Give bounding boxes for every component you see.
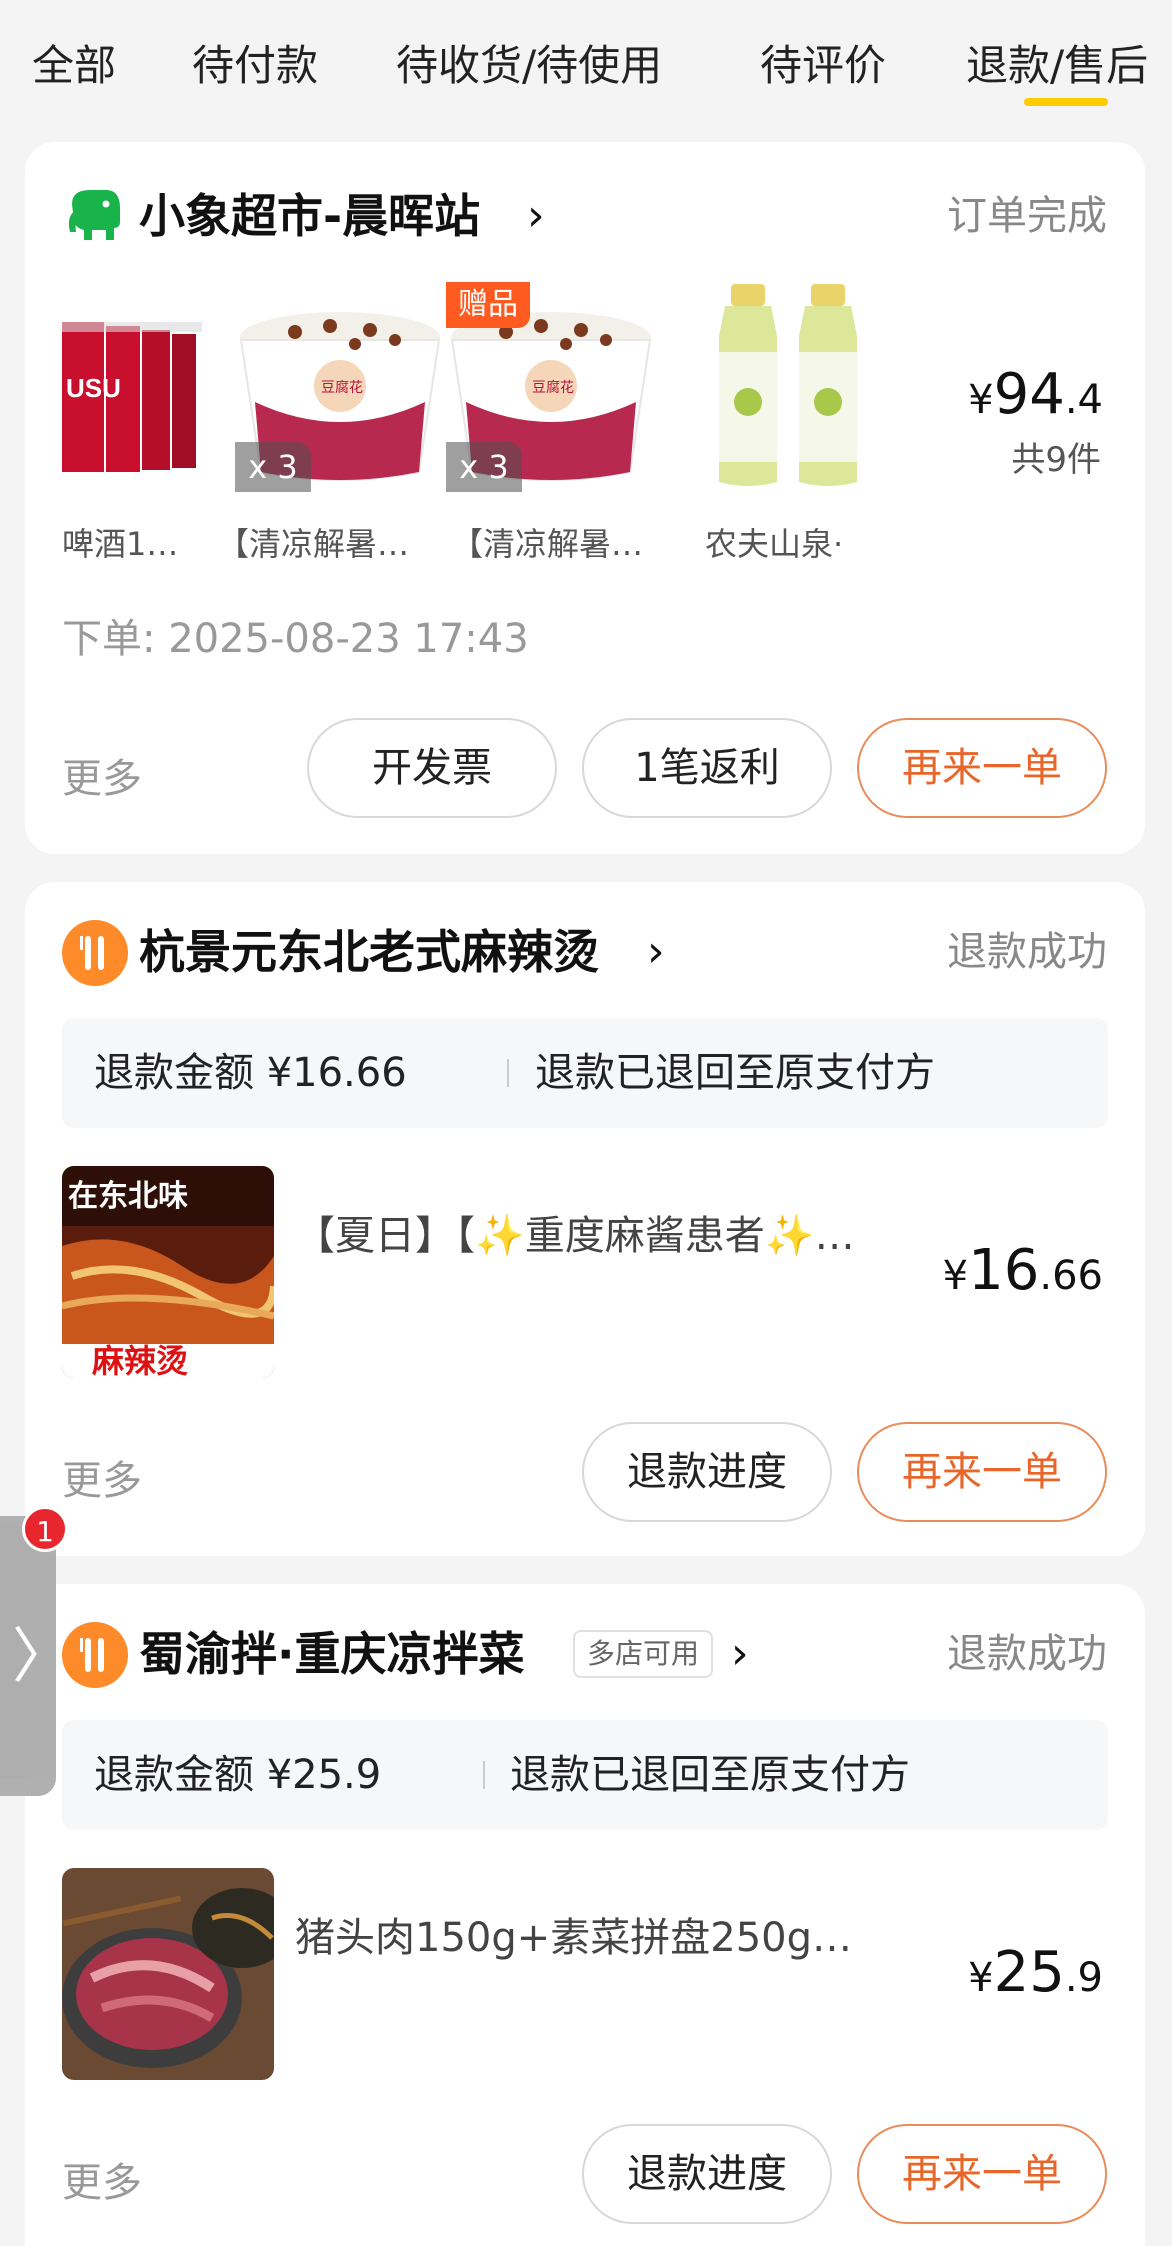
product-image-gift-pudding[interactable]: 豆腐花 赠品 x 3 [446,282,656,492]
item-image[interactable] [62,1868,274,2080]
quantity-badge: x 3 [235,442,311,492]
side-float-panel[interactable]: 〉 [0,1516,72,1796]
tab-pending-receipt[interactable]: 待收货/待使用 [396,38,662,94]
item-title[interactable]: 猪头肉150g+素菜拼盘250g单… [295,1910,885,1966]
more-link[interactable]: 更多 [62,746,142,804]
product-name: 啤酒1… [62,525,179,563]
product-image-pudding[interactable]: 豆腐花 x 3 [235,282,445,492]
tab-pending-review[interactable]: 待评价 [760,38,886,94]
product-name: 农夫山泉· [705,525,844,563]
chevron-right-icon[interactable]: › [647,922,665,982]
item-title[interactable]: 【夏日】【✨重度麻酱患者✨… [295,1208,885,1264]
refund-amount: 退款金额 ¥25.9 [94,1752,382,1798]
more-link[interactable]: 更多 [62,2150,142,2208]
item-image[interactable]: 在东北味 麻辣烫 [62,1166,274,1378]
svg-text:麻辣烫: 麻辣烫 [92,1343,188,1378]
refund-info: 退款金额 ¥16.66 退款已退回至原支付方 [62,1018,1108,1128]
item-count: 共9件 [1011,440,1101,480]
multi-store-tag: 多店可用 [573,1630,714,1678]
reorder-button[interactable]: 再来一单 [857,2124,1107,2224]
refund-progress-button[interactable]: 退款进度 [582,1422,832,1522]
reorder-button[interactable]: 再来一单 [857,718,1107,818]
tab-all[interactable]: 全部 [32,38,116,94]
product-name: 【清凉解暑… [451,525,644,563]
order-price: ¥94.4 [968,362,1103,427]
quantity-badge: x 3 [446,442,522,492]
item-price: ¥16.66 [942,1238,1103,1303]
gift-badge: 赠品 [446,282,530,328]
store-name[interactable]: 小象超市-晨晖站 [139,186,480,246]
item-price: ¥25.9 [968,1940,1103,2005]
svg-text:豆腐花: 豆腐花 [321,379,363,395]
tab-refund[interactable]: 退款/售后 [966,38,1148,106]
notification-badge: 1 [22,1506,68,1552]
elephant-icon [62,182,128,248]
chevron-right-icon[interactable]: 〉 [12,1622,72,1692]
restaurant-icon [62,920,128,986]
store-name[interactable]: 蜀渝拌·重庆凉拌菜 [139,1624,524,1684]
order-card[interactable]: 杭景元东北老式麻辣烫 › 退款成功 退款金额 ¥16.66 退款已退回至原支付方… [25,882,1145,1556]
order-card[interactable]: 小象超市-晨晖站 › 订单完成 USU 啤酒1… 豆腐花 x 3 【清凉解暑… [25,142,1145,854]
order-time: 下单: 2025-08-23 17:43 [62,616,529,662]
refund-progress-button[interactable]: 退款进度 [582,2124,832,2224]
refund-note: 退款已退回至原支付方 [510,1752,910,1798]
order-status: 退款成功 [947,929,1107,975]
more-link[interactable]: 更多 [62,1448,142,1506]
refund-amount: 退款金额 ¥16.66 [94,1050,407,1096]
refund-info: 退款金额 ¥25.9 退款已退回至原支付方 [62,1720,1108,1830]
svg-text:USU: USU [66,373,121,403]
reorder-button[interactable]: 再来一单 [857,1422,1107,1522]
divider [483,1761,485,1789]
tab-pending-payment[interactable]: 待付款 [192,38,318,94]
chevron-right-icon[interactable]: › [527,186,545,246]
order-card[interactable]: 蜀渝拌·重庆凉拌菜 多店可用 › 退款成功 退款金额 ¥25.9 退款已退回至原… [25,1584,1145,2246]
product-image-tea[interactable] [685,282,895,492]
chevron-right-icon[interactable]: › [731,1624,749,1684]
product-image-beer[interactable]: USU [62,282,202,492]
rebate-button[interactable]: 1笔返利 [582,718,832,818]
order-status: 退款成功 [947,1631,1107,1677]
invoice-button[interactable]: 开发票 [307,718,557,818]
store-name[interactable]: 杭景元东北老式麻辣烫 [139,922,599,982]
svg-text:在东北味: 在东北味 [68,1179,188,1213]
divider [507,1059,509,1087]
product-name: 【清凉解暑… [217,525,410,563]
order-tabs: 全部 待付款 待收货/待使用 待评价 退款/售后 [0,0,1172,118]
svg-text:豆腐花: 豆腐花 [532,379,574,395]
refund-note: 退款已退回至原支付方 [535,1050,935,1096]
order-status: 订单完成 [947,193,1107,239]
